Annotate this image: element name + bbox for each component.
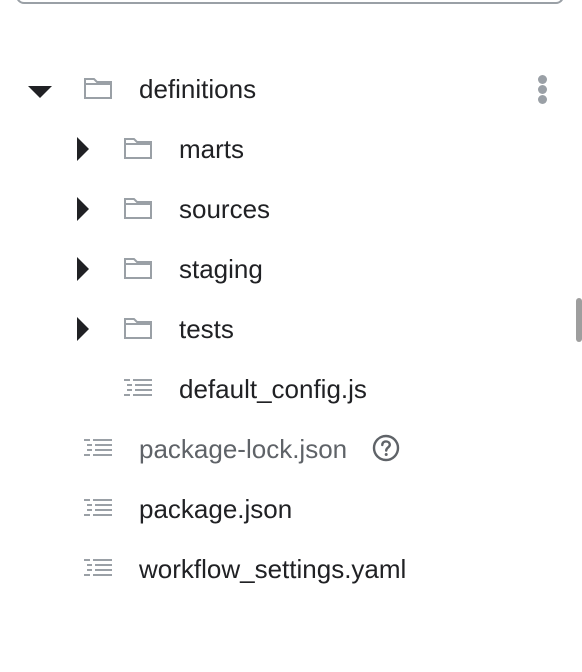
chevron-right-icon[interactable]	[77, 137, 89, 161]
chevron-right-icon[interactable]	[77, 197, 89, 221]
more-vert-icon[interactable]	[536, 75, 548, 105]
tree-item-staging[interactable]: staging	[0, 239, 570, 299]
folder-icon	[124, 258, 152, 279]
file-tree-panel: definitions marts sources staging tests …	[0, 0, 582, 672]
folder-icon	[124, 198, 152, 219]
file-list-icon	[84, 559, 112, 576]
file-list-icon	[84, 499, 112, 516]
tree-item-label: staging	[179, 254, 263, 284]
search-box-edge[interactable]	[16, 0, 564, 4]
file-list-icon	[84, 439, 112, 456]
folder-icon	[124, 318, 152, 339]
tree-item-marts[interactable]: marts	[0, 119, 570, 179]
tree-item-label: definitions	[139, 74, 257, 104]
tree-item-label: package-lock.json	[139, 434, 348, 464]
tree-item-label: marts	[179, 134, 244, 164]
tree-item-tests[interactable]: tests	[0, 299, 570, 359]
chevron-right-icon[interactable]	[77, 257, 89, 281]
folder-icon	[124, 138, 152, 159]
tree-item-label: tests	[179, 314, 234, 344]
tree-item-label: package.json	[139, 494, 293, 524]
chevron-right-icon[interactable]	[77, 317, 89, 341]
file-list-icon	[124, 379, 152, 396]
tree-item-workflow-settings[interactable]: workflow_settings.yaml	[0, 539, 570, 599]
tree-item-sources[interactable]: sources	[0, 179, 570, 239]
chevron-down-icon[interactable]	[28, 86, 52, 98]
tree-item-package-json[interactable]: package.json	[0, 479, 570, 539]
vertical-scrollbar-thumb[interactable]	[576, 298, 582, 342]
tree-item-definitions[interactable]: definitions	[0, 59, 570, 119]
help-circle-icon[interactable]	[372, 434, 400, 462]
tree-item-label: default_config.js	[179, 374, 367, 404]
folder-icon	[84, 78, 112, 99]
tree-item-label: sources	[179, 194, 271, 224]
tree-item-default-config[interactable]: default_config.js	[0, 359, 570, 419]
tree-item-package-lock[interactable]: package-lock.json	[0, 419, 570, 479]
tree-item-label: workflow_settings.yaml	[139, 554, 407, 584]
